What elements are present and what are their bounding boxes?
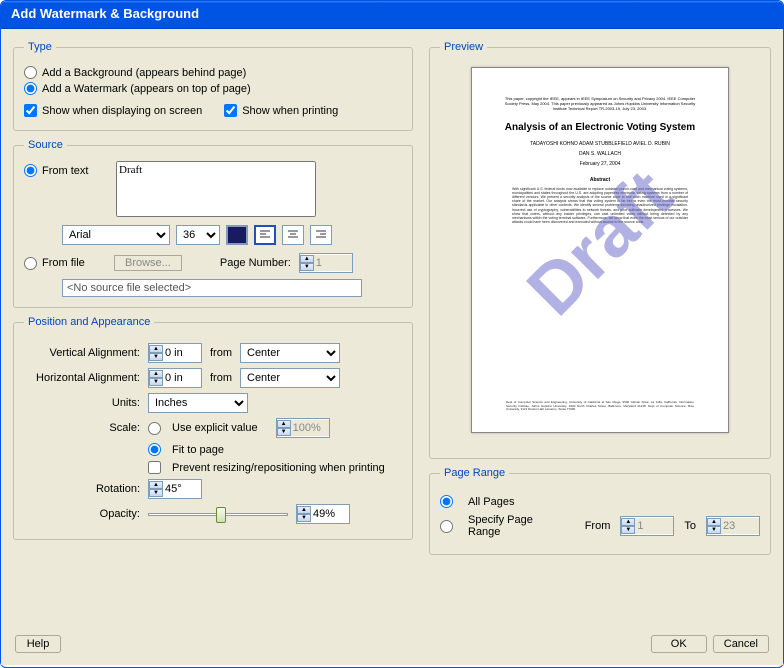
source-group: Source From text Draft Arial 36 From fil…	[13, 139, 413, 308]
show-screen-check[interactable]	[24, 104, 37, 117]
valign-label: Vertical Alignment:	[24, 347, 148, 359]
from-label: From	[585, 520, 611, 532]
units-label: Units:	[24, 397, 148, 409]
all-pages-radio[interactable]	[440, 495, 453, 508]
preview-page: Draft This paper, copyright the IEEE, ap…	[471, 67, 729, 433]
add-watermark-radio[interactable]	[24, 82, 37, 95]
doc-header: This paper, copyright the IEEE, appears …	[498, 96, 702, 112]
font-select[interactable]: Arial	[62, 225, 170, 245]
fit-page-label: Fit to page	[172, 444, 224, 456]
fit-page-radio[interactable]	[148, 443, 161, 456]
specify-range-label: Specify Page Range	[468, 514, 557, 538]
rotation-spinner[interactable]: ▲▼	[148, 479, 202, 499]
align-left-button[interactable]	[254, 225, 276, 245]
title-bar: Add Watermark & Background	[1, 1, 783, 29]
page-number-label: Page Number:	[220, 257, 291, 269]
pagerange-legend: Page Range	[440, 467, 509, 479]
type-group: Type Add a Background (appears behind pa…	[13, 41, 413, 131]
opacity-slider[interactable]	[148, 504, 288, 524]
position-group: Position and Appearance Vertical Alignme…	[13, 316, 413, 540]
halign-spinner[interactable]: ▲▼	[148, 368, 202, 388]
show-screen-label: Show when displaying on screen	[42, 105, 202, 117]
doc-footer: Dept of Computer Science and Engineering…	[506, 401, 694, 412]
units-select[interactable]: Inches	[148, 393, 248, 413]
add-watermark-label: Add a Watermark (appears on top of page)	[42, 83, 251, 95]
from-page-spinner[interactable]: ▲▼	[620, 516, 674, 536]
source-file-display: <No source file selected>	[62, 279, 362, 297]
prevent-resize-label: Prevent resizing/repositioning when prin…	[172, 462, 385, 474]
to-page-spinner[interactable]: ▲▼	[706, 516, 760, 536]
all-pages-label: All Pages	[468, 496, 514, 508]
position-legend: Position and Appearance	[24, 316, 154, 328]
scale-label: Scale:	[24, 422, 148, 434]
abstract-heading: Abstract	[498, 177, 702, 183]
halign-from-select[interactable]: Center	[240, 368, 340, 388]
valign-spinner[interactable]: ▲▼	[148, 343, 202, 363]
specify-range-radio[interactable]	[440, 520, 453, 533]
preview-legend: Preview	[440, 41, 487, 53]
from-text-label: From text	[42, 165, 88, 177]
explicit-scale-label: Use explicit value	[172, 422, 258, 434]
doc-title: Analysis of an Electronic Voting System	[498, 122, 702, 133]
from-text-radio[interactable]	[24, 164, 37, 177]
from-file-radio[interactable]	[24, 257, 37, 270]
doc-authors2: DAN S. WALLACH	[498, 151, 702, 157]
add-background-radio[interactable]	[24, 66, 37, 79]
page-number-spinner[interactable]: ▲▼	[299, 253, 353, 273]
opacity-label: Opacity:	[24, 508, 148, 520]
to-label: To	[684, 520, 696, 532]
dialog-body: Type Add a Background (appears behind pa…	[1, 29, 783, 665]
doc-date: February 27, 2004	[498, 161, 702, 167]
help-button[interactable]: Help	[15, 635, 61, 653]
color-picker[interactable]	[226, 225, 248, 245]
source-legend: Source	[24, 139, 67, 151]
valign-from-select[interactable]: Center	[240, 343, 340, 363]
type-legend: Type	[24, 41, 56, 53]
explicit-scale-spinner[interactable]: ▲▼	[276, 418, 330, 438]
opacity-spinner[interactable]: ▲▼	[296, 504, 350, 524]
from-file-label: From file	[42, 257, 85, 269]
prevent-resize-check[interactable]	[148, 461, 161, 474]
font-size-select[interactable]: 36	[176, 225, 220, 245]
add-background-label: Add a Background (appears behind page)	[42, 67, 246, 79]
halign-label: Horizontal Alignment:	[24, 372, 148, 384]
cancel-button[interactable]: Cancel	[713, 635, 769, 653]
show-print-check[interactable]	[224, 104, 237, 117]
watermark-text-input[interactable]: Draft	[116, 161, 316, 217]
explicit-scale-radio[interactable]	[148, 422, 161, 435]
show-print-label: Show when printing	[242, 105, 338, 117]
align-center-button[interactable]	[282, 225, 304, 245]
from-label: from	[210, 372, 232, 384]
ok-button[interactable]: OK	[651, 635, 707, 653]
pagerange-group: Page Range All Pages Specify Page Range …	[429, 467, 771, 555]
preview-group: Preview Draft This paper, copyright the …	[429, 41, 771, 459]
doc-authors: TADAYOSHI KOHNO ADAM STUBBLEFIELD AVIEL …	[498, 141, 702, 147]
rotation-label: Rotation:	[24, 483, 148, 495]
browse-button[interactable]: Browse...	[114, 255, 182, 271]
align-right-button[interactable]	[310, 225, 332, 245]
from-label: from	[210, 347, 232, 359]
